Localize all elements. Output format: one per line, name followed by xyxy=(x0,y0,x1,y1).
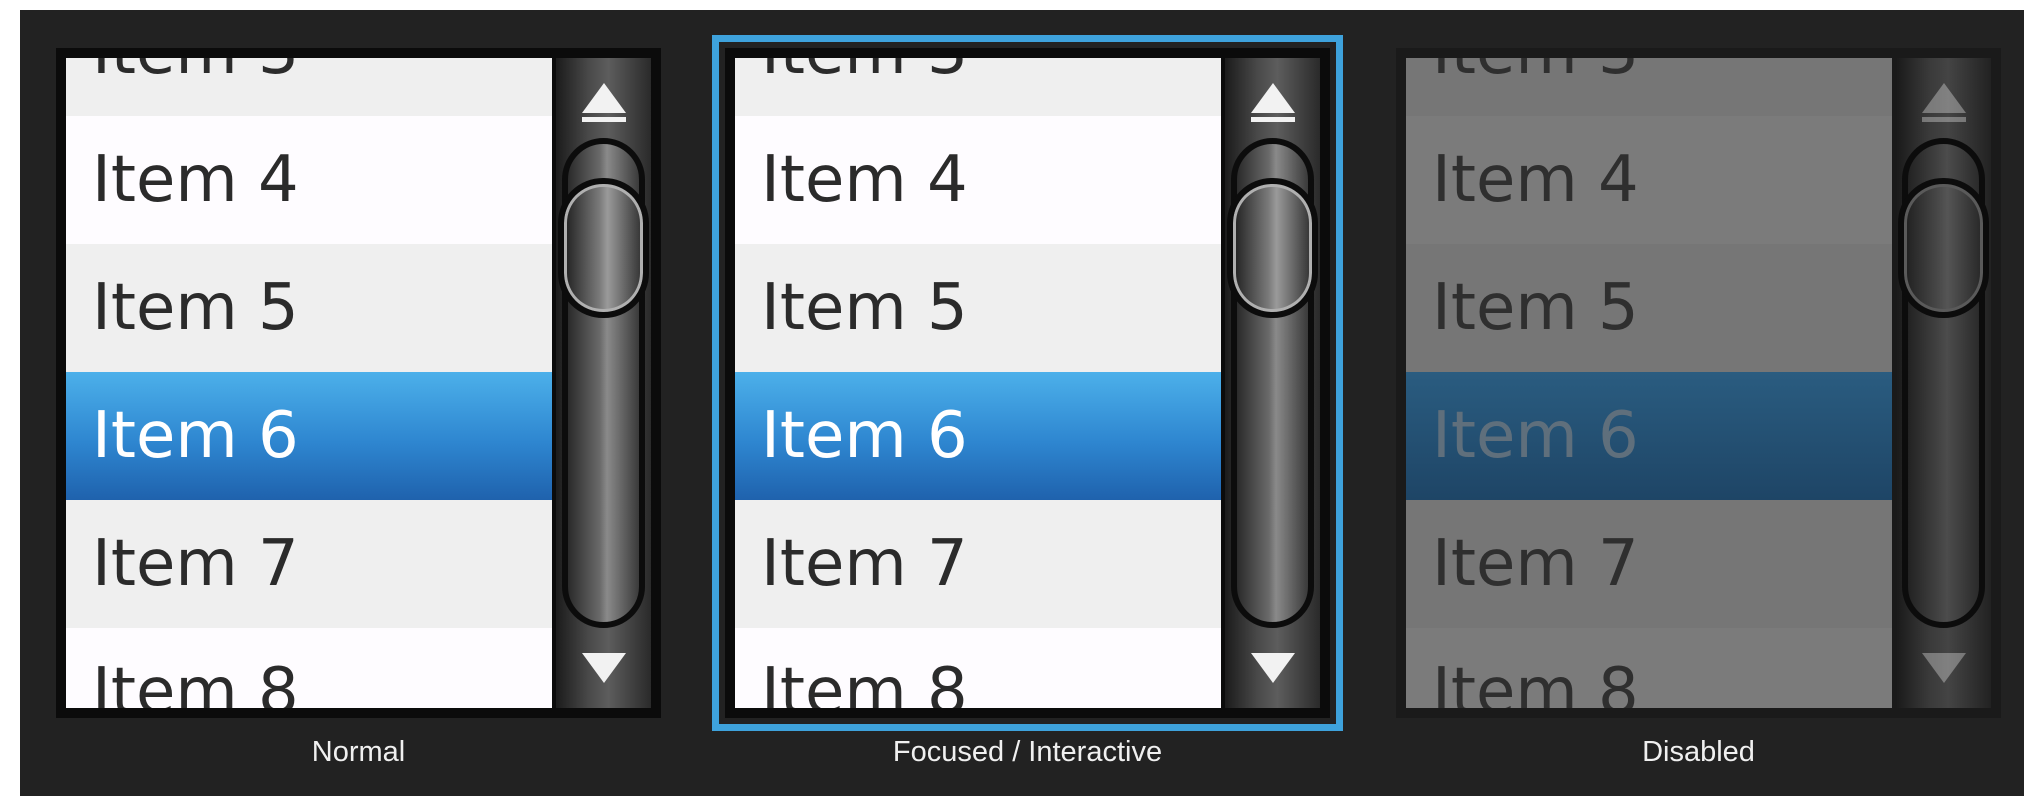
list-item-selected[interactable]: Item 6 xyxy=(735,372,1221,500)
list-item[interactable]: Item 8 xyxy=(66,628,552,708)
list-item-selected: Item 6 xyxy=(1406,372,1892,500)
state-label-normal: Normal xyxy=(311,736,406,768)
list-item[interactable]: Item 8 xyxy=(735,628,1221,708)
arrow-up-icon xyxy=(581,83,626,122)
list-item[interactable]: Item 4 xyxy=(66,116,552,244)
arrow-up-icon xyxy=(1250,83,1295,122)
arrow-down-icon xyxy=(581,653,626,683)
list-item[interactable]: Item 7 xyxy=(735,500,1221,628)
listbox-frame: Item 3 Item 4 Item 5 Item 6 Item 7 Item … xyxy=(1396,48,2001,718)
vertical-scrollbar xyxy=(1896,58,1991,708)
scroll-down-button xyxy=(1896,628,1991,708)
scroll-up-button xyxy=(1896,58,1991,138)
scroll-up-button[interactable] xyxy=(556,58,651,138)
list-item: Item 5 xyxy=(1406,244,1892,372)
arrow-up-icon xyxy=(1921,83,1966,122)
listbox-frame: Item 3 Item 4 Item 5 Item 6 Item 7 Item … xyxy=(56,48,661,718)
listbox-normal[interactable]: Item 3 Item 4 Item 5 Item 6 Item 7 Item … xyxy=(56,48,661,718)
arrow-down-icon xyxy=(1921,653,1966,683)
scrollbar-thumb[interactable] xyxy=(558,178,649,318)
listbox-viewport[interactable]: Item 3 Item 4 Item 5 Item 6 Item 7 Item … xyxy=(735,58,1221,708)
scrollbar-thumb[interactable] xyxy=(1227,178,1318,318)
listbox-viewport: Item 3 Item 4 Item 5 Item 6 Item 7 Item … xyxy=(1406,58,1892,708)
scroll-up-button[interactable] xyxy=(1225,58,1320,138)
list-item[interactable]: Item 5 xyxy=(735,244,1221,372)
list-item: Item 8 xyxy=(1406,628,1892,708)
list-item[interactable]: Item 7 xyxy=(66,500,552,628)
scroll-down-button[interactable] xyxy=(1225,628,1320,708)
list-item[interactable]: Item 3 xyxy=(66,58,552,116)
list-item: Item 3 xyxy=(1406,58,1892,116)
list-item: Item 7 xyxy=(1406,500,1892,628)
scroll-down-button[interactable] xyxy=(556,628,651,708)
state-label-disabled: Disabled xyxy=(1642,736,1755,768)
list-item[interactable]: Item 4 xyxy=(735,116,1221,244)
state-label-focused: Focused / Interactive xyxy=(892,736,1163,768)
list-item[interactable]: Item 3 xyxy=(735,58,1221,116)
arrow-down-icon xyxy=(1250,653,1295,683)
list-item[interactable]: Item 5 xyxy=(66,244,552,372)
list-item-selected[interactable]: Item 6 xyxy=(66,372,552,500)
list-item: Item 4 xyxy=(1406,116,1892,244)
listbox-disabled: Item 3 Item 4 Item 5 Item 6 Item 7 Item … xyxy=(1396,48,2001,718)
listbox-viewport[interactable]: Item 3 Item 4 Item 5 Item 6 Item 7 Item … xyxy=(66,58,552,708)
scrollbar-thumb xyxy=(1898,178,1989,318)
vertical-scrollbar[interactable] xyxy=(556,58,651,708)
listbox-states-showcase: Item 3 Item 4 Item 5 Item 6 Item 7 Item … xyxy=(20,10,2024,796)
vertical-scrollbar[interactable] xyxy=(1225,58,1320,708)
listbox-focused[interactable]: Item 3 Item 4 Item 5 Item 6 Item 7 Item … xyxy=(712,35,1343,731)
listbox-frame: Item 3 Item 4 Item 5 Item 6 Item 7 Item … xyxy=(712,35,1343,731)
